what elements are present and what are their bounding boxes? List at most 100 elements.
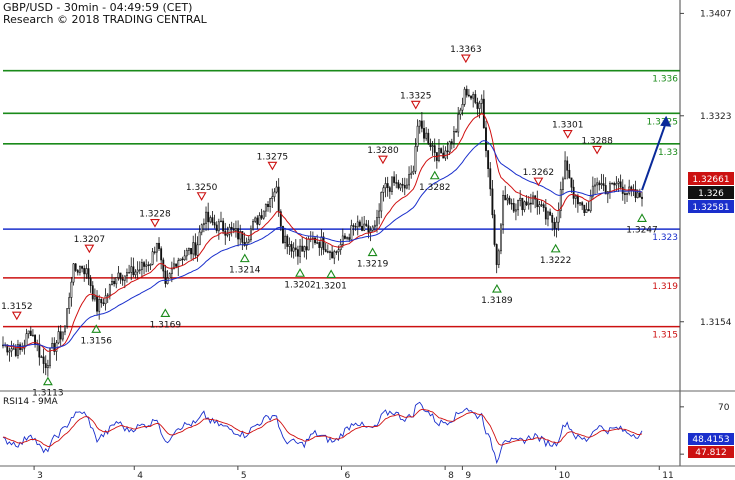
price-panel: 1.3361.33251.331.3231.3191.3151.31521.31… xyxy=(1,45,680,399)
candle-body xyxy=(395,182,398,184)
candle-body xyxy=(397,182,400,189)
candle-body xyxy=(423,128,425,139)
pivot-low-marker xyxy=(367,247,378,257)
candle-body xyxy=(130,266,133,273)
candle-body xyxy=(213,222,216,226)
time-tick-label: 9 xyxy=(465,471,471,480)
price-tick-label: 1.3323 xyxy=(700,112,732,122)
candle-body xyxy=(38,343,41,358)
candle-body xyxy=(83,268,86,275)
pivot-high-marker xyxy=(196,192,207,201)
candle-body xyxy=(367,225,370,233)
pivot-high-label: 1.3152 xyxy=(1,302,33,312)
candle-body xyxy=(102,302,105,305)
candle-body xyxy=(207,211,210,223)
price-tick-label: 1.3407 xyxy=(700,9,732,19)
candle-body xyxy=(564,160,567,180)
candle-body xyxy=(570,177,573,188)
candle-body xyxy=(335,251,338,253)
time-tick-label: 5 xyxy=(241,471,247,480)
candle-body xyxy=(444,150,447,159)
candle-body xyxy=(519,197,522,201)
candle-body xyxy=(500,224,502,252)
candle-body xyxy=(589,195,592,212)
candle-body xyxy=(623,193,626,196)
candle-body xyxy=(331,251,334,259)
candle-body xyxy=(527,202,530,206)
candle-body xyxy=(185,250,188,257)
rsi-panel: RSI14 - 9MA xyxy=(2,397,643,465)
candle-body xyxy=(10,348,13,352)
candle-body xyxy=(264,203,267,212)
candle-body xyxy=(557,210,560,223)
candle-body xyxy=(641,196,643,199)
candle-body xyxy=(547,211,549,220)
candle-body xyxy=(177,260,180,267)
candle-body xyxy=(40,356,43,358)
candle-body xyxy=(329,251,331,253)
candle-body xyxy=(134,271,137,276)
candle-body xyxy=(536,198,539,208)
candle-body xyxy=(44,363,47,369)
candle-body xyxy=(450,141,453,144)
pivot-high-marker xyxy=(11,311,22,321)
pivot-low-marker xyxy=(491,283,502,293)
candle-body xyxy=(252,221,254,230)
candle-body xyxy=(600,183,603,186)
candle-body xyxy=(31,334,34,337)
pivot-high-marker xyxy=(150,219,160,228)
candle-body xyxy=(192,242,195,255)
candle-body xyxy=(25,333,28,346)
rsi-badge-value: 48.4153 xyxy=(692,435,729,445)
candle-body xyxy=(482,98,485,129)
candle-body xyxy=(153,251,156,253)
candle-body xyxy=(140,262,143,271)
candle-body xyxy=(491,188,494,216)
candle-body xyxy=(226,233,229,236)
candle-body xyxy=(555,221,558,229)
candle-body xyxy=(256,217,259,225)
candle-body xyxy=(320,236,323,248)
candle-body xyxy=(220,220,222,223)
candle-body xyxy=(638,192,641,198)
candle-body xyxy=(380,192,383,212)
candle-body xyxy=(93,295,96,300)
candle-body xyxy=(512,203,515,212)
candle-body xyxy=(57,331,60,344)
candle-body xyxy=(346,237,349,239)
pivot-high-label: 1.3288 xyxy=(581,136,613,146)
candle-body xyxy=(273,191,276,198)
candle-body xyxy=(504,195,507,201)
rsi-badge-value: 47.812 xyxy=(695,448,727,458)
candle-body xyxy=(316,242,319,244)
candle-body xyxy=(202,223,205,226)
candle-body xyxy=(544,207,547,220)
candle-body xyxy=(378,210,381,218)
candle-body xyxy=(106,294,109,297)
candle-body xyxy=(333,251,336,259)
candle-body xyxy=(459,109,462,115)
candle-body xyxy=(523,201,526,211)
candle-body xyxy=(117,272,120,278)
candle-body xyxy=(299,245,302,257)
candle-body xyxy=(14,348,17,356)
candle-body xyxy=(376,217,378,226)
candle-body xyxy=(166,277,169,284)
candle-body xyxy=(506,197,509,201)
candle-body xyxy=(132,266,135,276)
pivot-high-marker xyxy=(592,145,603,155)
candle-body xyxy=(602,183,605,186)
candle-body xyxy=(365,223,368,227)
candle-body xyxy=(168,273,171,279)
chart-copyright: Research © 2018 TRADING CENTRAL xyxy=(3,13,207,26)
candle-body xyxy=(621,186,624,194)
candle-body xyxy=(181,258,184,261)
pivot-high-label: 1.3301 xyxy=(552,121,584,131)
candle-body xyxy=(420,120,423,129)
pivot-high-label: 1.3228 xyxy=(139,210,171,220)
candle-body xyxy=(388,187,391,192)
candle-body xyxy=(405,184,408,189)
candle-body xyxy=(609,183,611,192)
candle-body xyxy=(78,266,81,273)
candle-body xyxy=(461,104,464,111)
